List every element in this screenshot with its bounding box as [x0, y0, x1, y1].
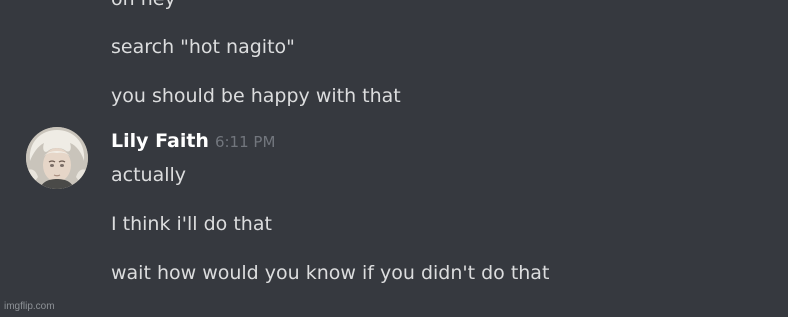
message-text: search "hot nagito" [111, 36, 295, 58]
message-text: you should be happy with that [111, 85, 401, 107]
message-header: Lily Faith 6:11 PM [111, 129, 275, 154]
message-text: actually [111, 164, 187, 186]
chat-messages: oh hey search "hot nagito" you should be… [0, 0, 788, 317]
timestamp: 6:11 PM [214, 133, 276, 151]
message-text: wait how would you know if you didn't do… [111, 262, 550, 284]
avatar-image [26, 127, 88, 189]
message-text: I think i'll do that [111, 213, 272, 235]
message-text: oh hey [111, 0, 176, 10]
author-name[interactable]: Lily Faith [111, 130, 209, 152]
avatar[interactable] [26, 127, 88, 189]
watermark: imgflip.com [4, 301, 55, 312]
